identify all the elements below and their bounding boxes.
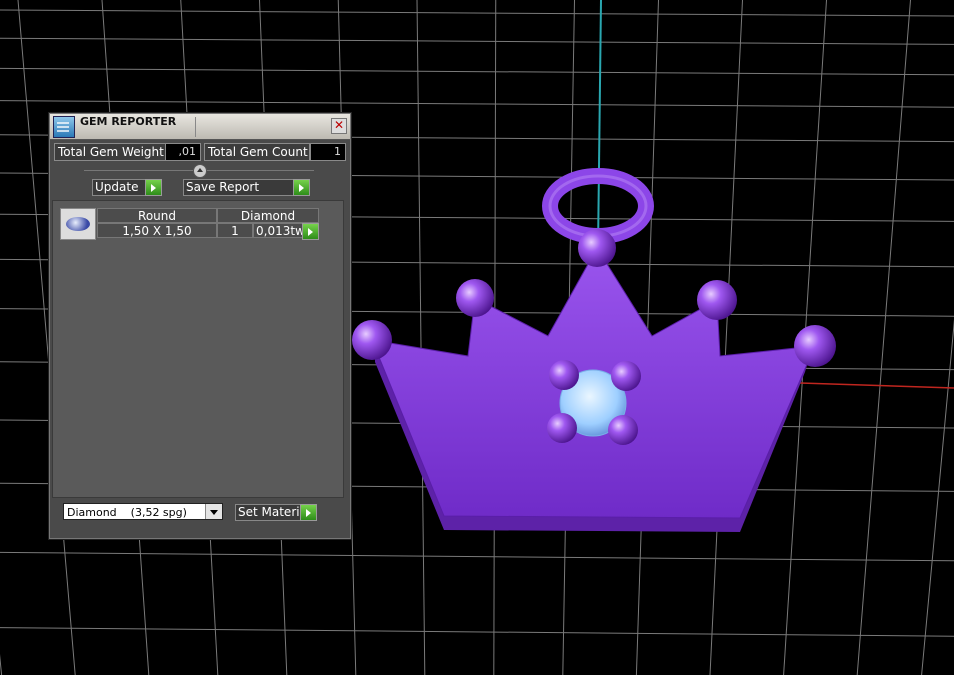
green-arrow-icon: [293, 179, 310, 196]
crown-ball: [578, 229, 616, 267]
gem-size-cell: 1,50 X 1,50: [97, 223, 217, 238]
grid-line: [0, 100, 954, 108]
prong: [549, 360, 579, 390]
gem-reporter-panel[interactable]: GEM REPORTER ✕ Total Gem Weight ,01 Tota…: [49, 113, 351, 539]
prong: [611, 361, 641, 391]
column-header-shape: Round: [97, 208, 217, 223]
chevron-down-icon[interactable]: [205, 504, 222, 519]
total-gem-count-label: Total Gem Count: [204, 143, 310, 161]
total-gem-count-value: 1: [310, 143, 346, 161]
prong: [547, 413, 577, 443]
close-button[interactable]: ✕: [331, 118, 347, 134]
crown-pendant-model: [352, 168, 836, 532]
crown-ball: [794, 325, 836, 367]
material-select-value: Diamond (3,52 spg): [67, 506, 187, 519]
gem-count-cell: 1: [217, 223, 253, 238]
collapse-arrow-icon[interactable]: [193, 164, 207, 178]
green-arrow-icon: [302, 223, 319, 240]
set-material-button[interactable]: Set Material: [235, 504, 317, 521]
grid-line: [0, 654, 3, 675]
title-bar[interactable]: GEM REPORTER ✕: [50, 114, 350, 140]
save-report-button[interactable]: Save Report: [183, 179, 310, 196]
round-gem-thumbnail-icon[interactable]: [60, 208, 96, 240]
grid-line: [921, 319, 954, 675]
green-arrow-icon: [145, 179, 162, 196]
grid-line: [416, 0, 426, 675]
green-arrow-icon: [300, 504, 317, 521]
title-separator: [195, 117, 196, 137]
grid-line: [0, 9, 954, 17]
save-report-button-label: Save Report: [186, 180, 260, 194]
gem-list[interactable]: Round Diamond 1,50 X 1,50 1 0,013tw: [52, 200, 344, 498]
crown-ball: [352, 320, 392, 360]
crown-ball: [456, 279, 494, 317]
update-button[interactable]: Update: [92, 179, 162, 196]
y-axis-line: [597, 0, 602, 251]
grid-line: [0, 67, 954, 76]
grid-line: [0, 37, 954, 45]
x-axis-line: [799, 382, 954, 389]
grid-line: [0, 551, 954, 562]
crown-ball: [697, 280, 737, 320]
gem-reporter-icon: [53, 116, 75, 138]
column-header-material: Diamond: [217, 208, 319, 223]
update-button-label: Update: [95, 180, 139, 194]
total-gem-weight-value: ,01: [165, 143, 201, 161]
grid-line: [0, 627, 954, 637]
row-go-button[interactable]: [302, 223, 319, 240]
gem-weight-cell: 0,013tw: [253, 223, 305, 238]
panel-title: GEM REPORTER: [80, 115, 177, 128]
grid-line: [856, 0, 911, 675]
total-gem-weight-label: Total Gem Weight: [54, 143, 167, 161]
prong: [608, 415, 638, 445]
material-select[interactable]: Diamond (3,52 spg): [63, 503, 223, 520]
